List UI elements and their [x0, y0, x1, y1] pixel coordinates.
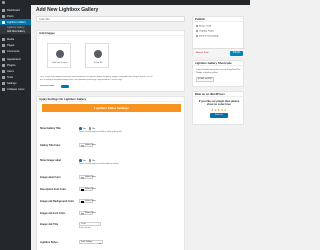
- link-title-input[interactable]: Zoom: [79, 222, 101, 226]
- collapse-icon: [2, 87, 5, 91]
- dashboard-icon: [2, 8, 5, 12]
- show-label-yes-radio[interactable]: [79, 159, 82, 162]
- sidebar-item-comments[interactable]: Comments: [0, 48, 31, 54]
- add-new-images-button[interactable]: Add New Images: [47, 43, 71, 68]
- gallery-icon: [2, 20, 5, 24]
- sidebar-collapse-menu[interactable]: Collapse menu: [0, 86, 31, 92]
- rate-heading: Rate us on WordPress: [193, 92, 243, 97]
- desc-font-color-chip: [80, 188, 84, 192]
- media-icon: [2, 37, 5, 41]
- shortcode-box: Lightbox Gallery Shortcode Copy & Embed …: [192, 60, 244, 87]
- title-input[interactable]: Add title: [36, 16, 185, 22]
- lightbox-styles-select[interactable]: Swift Gallery: [79, 240, 103, 244]
- rate-us-button[interactable]: Rate Us: [210, 113, 228, 118]
- title-color-picker[interactable]: Select Color: [79, 143, 96, 148]
- settings-icon: [2, 81, 5, 85]
- pin-icon: [2, 14, 5, 18]
- settings-banner: Lightbox Slider Settings: [42, 104, 181, 112]
- calendar-icon: [196, 35, 198, 37]
- delete-all-button[interactable]: Delete All: [85, 43, 109, 68]
- link-font-color-picker[interactable]: Select Color: [79, 211, 96, 216]
- link-bg-color-chip: [80, 200, 84, 204]
- status-line: Status: Draft: [196, 25, 211, 28]
- move-to-trash-link[interactable]: Move to Trash: [196, 52, 209, 54]
- trash-icon: [94, 50, 102, 58]
- comment-icon: [2, 49, 5, 53]
- chevron-down-icon: [99, 242, 101, 244]
- publish-heading: Publish: [193, 17, 243, 22]
- shortcode-field[interactable]: [LIGHT id=123]: [196, 77, 214, 82]
- publish-actions: Move to Trash Publish: [193, 48, 245, 57]
- link-font-color-chip: [80, 212, 84, 216]
- desc-font-color-picker[interactable]: Select Color: [79, 187, 96, 192]
- plugin-icon: [2, 63, 5, 67]
- title-color-chip: [80, 144, 84, 148]
- settings-heading: Apply Settings On Lightbox Gallery: [37, 97, 184, 102]
- schedule-line: Publish immediately: [196, 35, 218, 38]
- shortcode-help: Copy & Embed shortcode into any Page/Pos…: [196, 69, 241, 74]
- star-icons: ★★★★★: [211, 108, 227, 112]
- add-image-icon: [56, 50, 64, 58]
- add-images-box: Add Images Add New Images Delete All Tip…: [36, 30, 185, 92]
- upload-tip-cont: use or add pre uploaded images which are…: [40, 79, 123, 81]
- visibility-line: Visibility: Public: [196, 30, 214, 33]
- publish-box: Publish Status: Draft Visibility: Public…: [192, 16, 245, 57]
- link-bg-color-picker[interactable]: Select Color: [79, 199, 96, 204]
- page-title: Add New Lightbox Gallery: [36, 7, 99, 13]
- brush-icon: [2, 57, 5, 61]
- shortcode-heading: Lightbox Gallery Shortcode: [193, 61, 243, 66]
- gallery-settings-box: Apply Settings On Lightbox Gallery Light…: [36, 96, 185, 250]
- show-title-no-radio[interactable]: [88, 127, 92, 130]
- admin-bar: [0, 0, 250, 5]
- show-label-no-radio[interactable]: [88, 159, 92, 162]
- sidebar-subitem-add-new[interactable]: Add New Gallery: [0, 29, 31, 34]
- wrench-icon: [2, 75, 5, 79]
- admin-sidebar: Dashboard Posts Lightbox Gallery Lightbo…: [0, 5, 31, 250]
- label-color-chip: [80, 176, 84, 180]
- page-icon: [2, 43, 5, 47]
- publish-button[interactable]: Publish: [230, 51, 243, 56]
- user-icon: [2, 69, 5, 73]
- rate-text: If you like our plugin then please show …: [198, 100, 240, 107]
- eye-icon: [196, 30, 198, 32]
- pin-icon: [196, 25, 198, 27]
- rate-box: Rate us on WordPress If you like our plu…: [192, 91, 244, 125]
- add-images-heading: Add Images: [37, 31, 184, 36]
- show-title-yes-radio[interactable]: [79, 127, 82, 130]
- grid-mode-toggle[interactable]: [61, 85, 69, 88]
- label-color-picker[interactable]: Select Color: [79, 175, 96, 180]
- wordpress-logo-icon[interactable]: [2, 1, 5, 4]
